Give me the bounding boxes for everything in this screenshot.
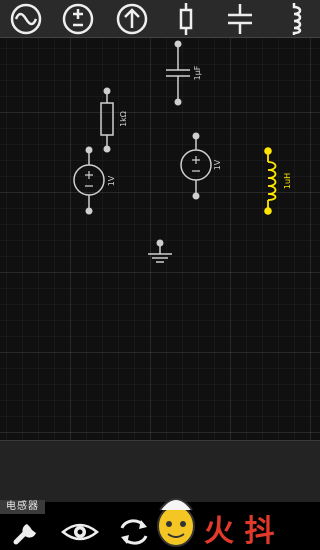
inductor-component-selected[interactable]: 1uH	[264, 147, 292, 215]
inductor-tool-button[interactable]	[276, 0, 316, 38]
voltage-source-right[interactable]: 1V	[180, 132, 222, 200]
circuit-drawing: 1μF 1kΩ 1V 1V 1uH	[73, 40, 292, 263]
capacitor-value-label: 1μF	[193, 65, 202, 80]
terminal-dot[interactable]	[156, 239, 164, 247]
watermark-text: 火 抖	[204, 514, 275, 549]
circuit-canvas[interactable]: 1μF 1kΩ 1V 1V 1uH	[0, 38, 320, 440]
bottom-toolbar: 火 抖	[0, 498, 320, 550]
ground-component[interactable]	[148, 239, 172, 263]
capacitor-tool-button[interactable]	[220, 0, 260, 38]
terminal-dot[interactable]	[192, 192, 200, 200]
inductor-icon	[292, 3, 302, 35]
terminal-dot[interactable]	[264, 147, 272, 155]
resistor-icon	[179, 3, 193, 35]
view-tool-button[interactable]	[60, 514, 100, 550]
component-toolbar	[0, 0, 320, 38]
rotate-arrows-icon	[120, 519, 148, 545]
terminal-dot[interactable]	[103, 87, 111, 95]
terminal-dot[interactable]	[174, 40, 182, 48]
capacitor-icon	[228, 4, 252, 34]
voltage-source-left[interactable]: 1V	[73, 146, 116, 215]
sine-wave-icon	[10, 3, 42, 35]
resistor-value-label: 1kΩ	[119, 111, 128, 127]
terminal-dot[interactable]	[192, 132, 200, 140]
watermark-mascot-icon	[157, 498, 195, 547]
dc-source-tool-button[interactable]	[58, 0, 98, 38]
arrow-up-circle-icon	[116, 3, 148, 35]
terminal-dot[interactable]	[174, 98, 182, 106]
eye-icon	[61, 523, 99, 541]
resistor-component[interactable]: 1kΩ	[100, 87, 128, 153]
wrench-tool-button[interactable]	[6, 514, 46, 550]
inductor-value-label: 1uH	[283, 173, 292, 189]
rotate-tool-button[interactable]	[114, 514, 154, 550]
source-left-value-label: 1V	[107, 175, 116, 186]
terminal-dot[interactable]	[85, 146, 93, 154]
plus-minus-circle-icon	[62, 3, 94, 35]
terminal-dot[interactable]	[85, 207, 93, 215]
terminal-dot[interactable]	[103, 145, 111, 153]
resistor-tool-button[interactable]	[166, 0, 206, 38]
capacitor-component[interactable]: 1μF	[166, 40, 202, 106]
wrench-icon	[13, 524, 36, 545]
source-right-value-label: 1V	[213, 159, 222, 170]
selected-component-label: 电感器	[0, 500, 45, 514]
ac-source-tool-button[interactable]	[6, 0, 46, 38]
current-source-tool-button[interactable]	[112, 0, 152, 38]
terminal-dot[interactable]	[264, 207, 272, 215]
